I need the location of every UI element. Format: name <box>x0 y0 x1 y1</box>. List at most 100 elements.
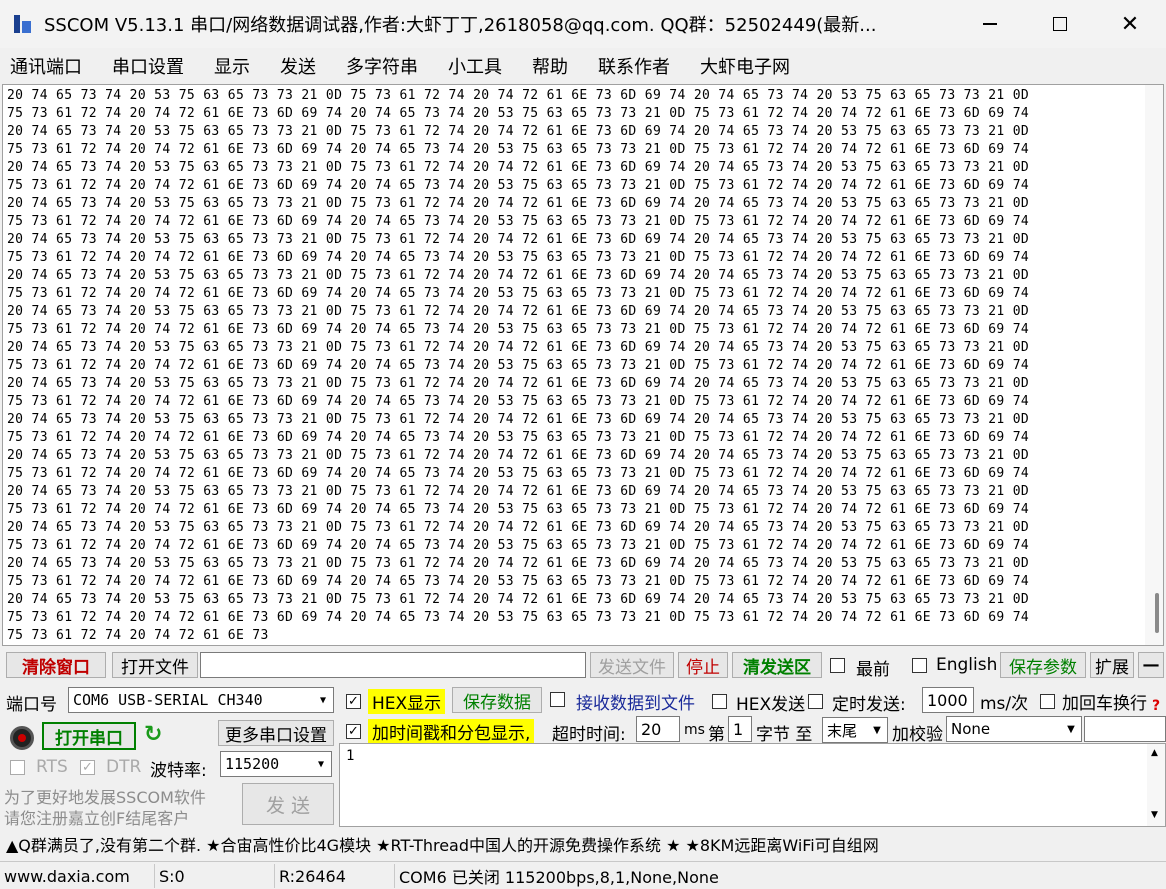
port-label: 端口号 <box>6 695 57 715</box>
menu-help[interactable]: 帮助 <box>528 51 572 81</box>
minimize-icon <box>983 23 997 25</box>
clear-window-button[interactable]: 清除窗口 <box>6 652 106 678</box>
receive-line: 20 74 65 73 74 20 53 75 63 65 73 73 21 0… <box>7 160 1030 175</box>
port-select[interactable]: COM6 USB-SERIAL CH340 ▼ <box>68 687 334 713</box>
receive-line: 20 74 65 73 74 20 53 75 63 65 73 73 21 0… <box>7 520 1030 535</box>
menu-serial-settings[interactable]: 串口设置 <box>108 51 188 81</box>
status-port-state: COM6 已关闭 115200bps,8,1,None,None <box>394 864 1166 888</box>
maximize-icon <box>1053 17 1067 31</box>
timestamp-checkbox[interactable]: ✓ <box>346 724 361 739</box>
receive-line: 20 74 65 73 74 20 53 75 63 65 73 73 21 0… <box>7 232 1030 247</box>
byte-from-label: 第 <box>708 725 725 745</box>
receive-line: 75 73 61 72 74 20 74 72 61 6E 73 6D 69 7… <box>7 502 1030 517</box>
checksum-select[interactable]: None ▼ <box>946 716 1082 742</box>
save-data-button[interactable]: 保存数据 <box>452 687 542 713</box>
collapse-button[interactable]: — <box>1138 652 1164 678</box>
stop-button[interactable]: 停止 <box>678 652 728 678</box>
receive-line: 20 74 65 73 74 20 53 75 63 65 73 73 21 0… <box>7 412 1030 427</box>
menu-tools[interactable]: 小工具 <box>444 51 506 81</box>
receive-line: 20 74 65 73 74 20 53 75 63 65 73 73 21 0… <box>7 484 1030 499</box>
open-port-button[interactable]: 打开串口 <box>42 722 136 750</box>
minimize-button[interactable] <box>960 0 1020 48</box>
receive-line: 20 74 65 73 74 20 53 75 63 65 73 73 21 0… <box>7 592 1030 607</box>
hex-display-label: HEX显示 <box>368 689 446 714</box>
byte-end-value: 末尾 <box>827 721 858 740</box>
hex-display-checkbox[interactable]: ✓ <box>346 694 361 709</box>
menu-daxia-site[interactable]: 大虾电子网 <box>696 51 794 81</box>
receive-area[interactable]: 20 74 65 73 74 20 53 75 63 65 73 73 21 0… <box>2 84 1164 646</box>
checksum-output <box>1084 716 1166 742</box>
app-icon <box>12 13 34 35</box>
receive-line: 75 73 61 72 74 20 74 72 61 6E 73 6D 69 7… <box>7 610 1030 625</box>
chevron-down-icon: ▼ <box>317 758 325 770</box>
status-received-count: R:26464 <box>274 864 392 888</box>
clear-send-button[interactable]: 清发送区 <box>732 652 822 678</box>
byte-end-select[interactable]: 末尾 ▼ <box>822 717 888 743</box>
dtr-checkbox[interactable]: ✓ <box>80 760 95 775</box>
chevron-down-icon: ▼ <box>319 694 327 706</box>
recv-to-file-checkbox[interactable] <box>550 692 565 707</box>
save-params-button[interactable]: 保存参数 <box>1000 652 1086 678</box>
timed-send-checkbox[interactable] <box>808 694 823 709</box>
expand-button[interactable]: 扩展 <box>1090 652 1134 678</box>
timeout-input[interactable]: 20 <box>636 716 680 742</box>
receive-line: 75 73 61 72 74 20 74 72 61 6E 73 6D 69 7… <box>7 358 1030 373</box>
english-checkbox[interactable] <box>912 658 927 673</box>
recv-to-file-label: 接收数据到文件 <box>576 694 695 714</box>
receive-line: 75 73 61 72 74 20 74 72 61 6E 73 6D 69 7… <box>7 574 1030 589</box>
scrollbar-thumb[interactable] <box>1155 593 1159 633</box>
add-crlf-checkbox[interactable] <box>1040 694 1055 709</box>
status-bar: www.daxia.com S:0 R:26464 COM6 已关闭 11520… <box>0 861 1166 889</box>
topmost-checkbox[interactable] <box>830 658 845 673</box>
menu-send[interactable]: 发送 <box>276 51 320 81</box>
menu-contact-author[interactable]: 联系作者 <box>594 51 674 81</box>
chevron-down-icon: ▼ <box>873 724 881 736</box>
baud-select[interactable]: 115200 ▼ <box>220 751 332 777</box>
receive-line: 75 73 61 72 74 20 74 72 61 6E 73 6D 69 7… <box>7 178 1030 193</box>
news-ticker[interactable]: ▲Q群满员了,没有第二个群. ★合宙高性价比4G模块 ★RT-Thread中国人… <box>0 830 1166 858</box>
receive-line: 20 74 65 73 74 20 53 75 63 65 73 73 21 0… <box>7 88 1030 103</box>
send-textbox[interactable]: 1 ▲ ▼ <box>339 743 1166 827</box>
close-button[interactable]: ✕ <box>1100 0 1160 48</box>
window-title: SSCOM V5.13.1 串口/网络数据调试器,作者:大虾丁丁,2618058… <box>44 15 877 36</box>
send-scrollbar[interactable]: ▲ ▼ <box>1147 744 1165 826</box>
timeout-unit: ms <box>684 722 705 738</box>
receive-line: 20 74 65 73 74 20 53 75 63 65 73 73 21 0… <box>7 448 1030 463</box>
send-text: 1 <box>346 748 355 764</box>
more-serial-settings-button[interactable]: 更多串口设置 <box>218 720 334 746</box>
checksum-label: 加校验 <box>892 725 943 745</box>
receive-line: 75 73 61 72 74 20 74 72 61 6E 73 6D 69 7… <box>7 214 1030 229</box>
scroll-down-icon[interactable]: ▼ <box>1151 810 1158 820</box>
receive-line: 75 73 61 72 74 20 74 72 61 6E 73 6D 69 7… <box>7 286 1030 301</box>
receive-line: 20 74 65 73 74 20 53 75 63 65 73 73 21 0… <box>7 304 1030 319</box>
receive-line: 20 74 65 73 74 20 53 75 63 65 73 73 21 0… <box>7 376 1030 391</box>
byte-to-label: 字节 至 <box>756 725 813 745</box>
receive-line: 75 73 61 72 74 20 74 72 61 6E 73 6D 69 7… <box>7 466 1030 481</box>
menu-multi-string[interactable]: 多字符串 <box>342 51 422 81</box>
timeout-label: 超时时间: <box>552 725 626 745</box>
maximize-button[interactable] <box>1030 0 1090 48</box>
hex-send-checkbox[interactable] <box>712 694 727 709</box>
scroll-up-icon[interactable]: ▲ <box>1151 748 1158 758</box>
title-bar: SSCOM V5.13.1 串口/网络数据调试器,作者:大虾丁丁,2618058… <box>0 0 1166 48</box>
receive-line: 75 73 61 72 74 20 74 72 61 6E 73 6D 69 7… <box>7 106 1030 121</box>
topmost-label: 最前 <box>856 660 890 680</box>
help-icon[interactable]: ? <box>1152 698 1160 714</box>
checksum-value: None <box>951 720 991 738</box>
send-file-button[interactable]: 发送文件 <box>590 652 674 678</box>
rts-checkbox[interactable] <box>10 760 25 775</box>
open-file-button[interactable]: 打开文件 <box>112 652 198 678</box>
receive-line: 20 74 65 73 74 20 53 75 63 65 73 73 21 0… <box>7 196 1030 211</box>
refresh-icon[interactable]: ↻ <box>144 722 162 747</box>
receive-line: 75 73 61 72 74 20 74 72 61 6E 73 6D 69 7… <box>7 538 1030 553</box>
receive-line: 75 73 61 72 74 20 74 72 61 6E 73 <box>7 628 269 643</box>
menu-display[interactable]: 显示 <box>210 51 254 81</box>
byte-from-input[interactable]: 1 <box>728 716 752 742</box>
status-website[interactable]: www.daxia.com <box>0 864 152 888</box>
menu-comm-port[interactable]: 通讯端口 <box>6 51 86 81</box>
send-button[interactable]: 发 送 <box>242 783 334 825</box>
baud-label: 波特率: <box>150 761 207 781</box>
interval-input[interactable]: 1000 <box>922 687 974 713</box>
receive-scrollbar[interactable] <box>1145 85 1163 645</box>
file-path-input[interactable] <box>200 652 586 678</box>
